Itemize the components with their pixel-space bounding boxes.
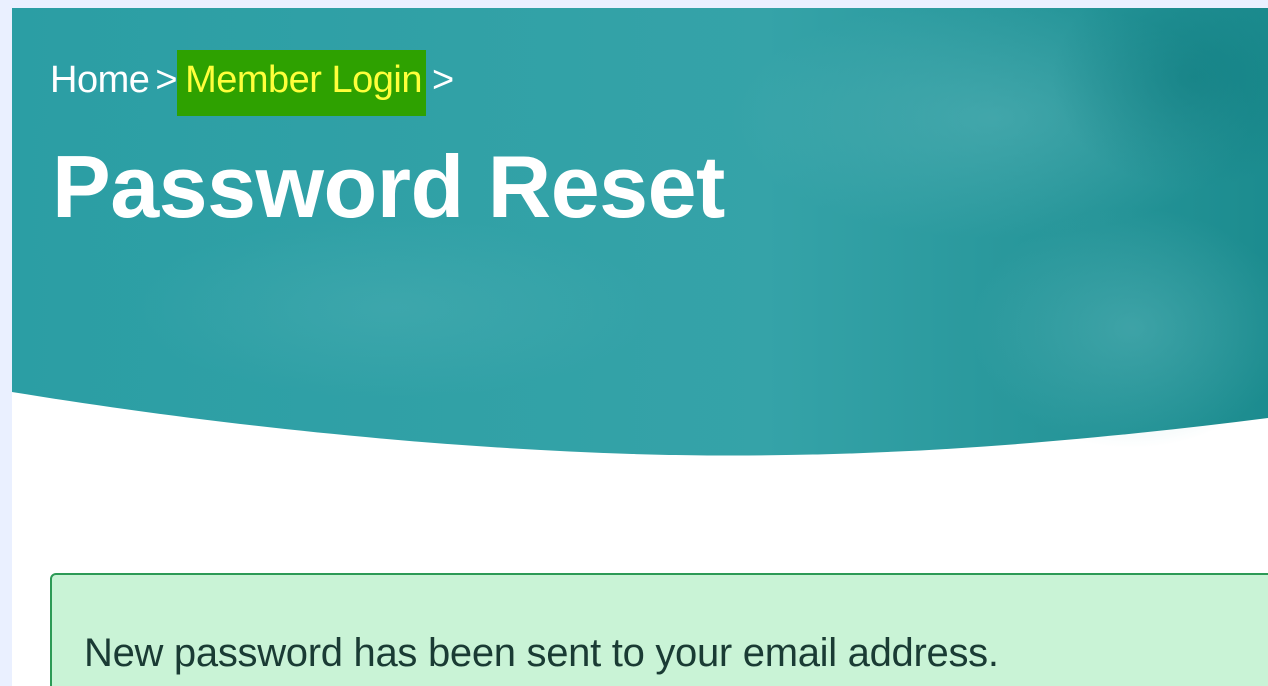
breadcrumb-trailing-separator: > bbox=[431, 59, 454, 101]
breadcrumb-member-login-label: Member Login bbox=[185, 59, 422, 101]
page-title: Password Reset bbox=[52, 137, 725, 236]
success-alert-message: New password has been sent to your email… bbox=[84, 631, 999, 675]
breadcrumb-member-login-link[interactable]: Member Login bbox=[177, 50, 426, 116]
success-alert: New password has been sent to your email… bbox=[50, 573, 1268, 686]
breadcrumb-home-link[interactable]: Home bbox=[50, 59, 150, 101]
hero-banner: Home > Member Login > Password Reset bbox=[12, 8, 1268, 468]
breadcrumb: Home > Member Login > bbox=[50, 50, 458, 116]
page-viewport: Home > Member Login > Password Reset New pa… bbox=[12, 8, 1268, 686]
